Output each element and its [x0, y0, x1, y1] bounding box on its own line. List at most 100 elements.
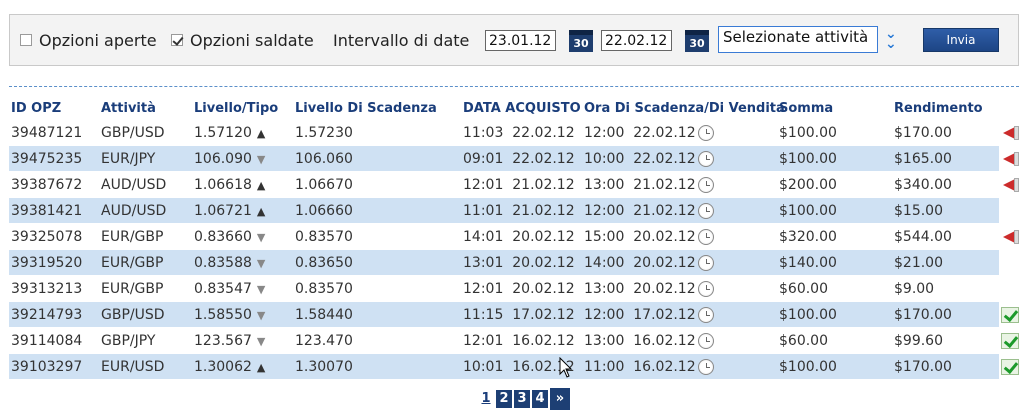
- table-row[interactable]: 39103297 EUR/USD 1.30062 ▲ 1.30070 10:01 16.0…: [9, 353, 1022, 380]
- page-link-1[interactable]: 1: [478, 390, 494, 408]
- date-to-input[interactable]: [601, 30, 672, 51]
- exp-date: 20.02.12: [633, 254, 696, 271]
- next-page-button[interactable]: »: [550, 388, 570, 410]
- cell-expiry-level: 1.06670: [293, 171, 461, 198]
- cell-level-type: 123.567 ▼: [192, 327, 293, 354]
- table-row[interactable]: 39214793 GBP/USD 1.58550 ▼ 1.58440 11:15 17.0…: [9, 301, 1022, 328]
- level-value: 0.83547: [194, 280, 252, 297]
- cell-return: $170.00: [892, 120, 999, 146]
- submit-button[interactable]: Invia: [923, 28, 999, 52]
- check-icon[interactable]: [1001, 358, 1019, 375]
- cell-id: 39325078: [9, 223, 99, 250]
- megaphone-icon[interactable]: [1001, 151, 1021, 167]
- pagination: 1 2 3 4 »: [478, 388, 570, 410]
- clock-icon[interactable]: [697, 254, 714, 271]
- clock-icon[interactable]: [697, 358, 714, 375]
- table-row[interactable]: 39325078 EUR/GBP 0.83660 ▼ 0.83570 14:01 20.0…: [9, 223, 1022, 250]
- cell-expiry-level: 1.06660: [293, 197, 461, 224]
- cell-expiry-time: 13:00 21.02.12: [582, 171, 777, 198]
- exp-time: 13:00: [584, 280, 625, 297]
- clock-icon[interactable]: [697, 124, 714, 141]
- megaphone-icon[interactable]: [1001, 125, 1021, 141]
- open-options-checkbox[interactable]: [20, 34, 32, 46]
- filter-bar: Opzioni aperte Opzioni saldate Intervall…: [9, 14, 1019, 66]
- table-row[interactable]: 39387672 AUD/USD 1.06618 ▲ 1.06670 12:01 21.0…: [9, 171, 1022, 198]
- cell-asset: GBP/JPY: [99, 327, 192, 354]
- chevron-down-icon[interactable]: ⌄ ⌄: [885, 27, 897, 51]
- cell-amount: $100.00: [777, 353, 892, 380]
- open-options-filter[interactable]: Opzioni aperte: [20, 15, 157, 65]
- clock-icon[interactable]: [697, 150, 714, 167]
- cell-amount: $60.00: [777, 327, 892, 354]
- buy-date: 20.02.12: [512, 280, 575, 297]
- cell-status: [999, 249, 1022, 276]
- megaphone-icon[interactable]: [1001, 229, 1021, 245]
- cell-buy-date: 09:01 22.02.12: [461, 145, 582, 172]
- clock-icon[interactable]: [697, 306, 714, 323]
- exp-date: 21.02.12: [633, 202, 696, 219]
- page-link-2[interactable]: 2: [496, 390, 512, 408]
- cell-amount: $100.00: [777, 120, 892, 146]
- level-value: 1.58550: [194, 306, 252, 323]
- asset-select[interactable]: Selezionate attività: [718, 26, 878, 53]
- table-row[interactable]: 39319520 EUR/GBP 0.83588 ▼ 0.83650 13:01 20.0…: [9, 249, 1022, 276]
- level-value: 1.30062: [194, 358, 252, 375]
- clock-icon[interactable]: [697, 332, 714, 349]
- exp-time: 11:00: [584, 358, 625, 375]
- check-icon[interactable]: [1001, 306, 1019, 323]
- clock-icon[interactable]: [697, 228, 714, 245]
- clock-icon[interactable]: [697, 202, 714, 219]
- cell-return: $340.00: [892, 171, 999, 198]
- header-level-type[interactable]: Livello/Tipo: [192, 96, 293, 120]
- exp-date: 20.02.12: [633, 280, 696, 297]
- clock-icon[interactable]: [697, 176, 714, 193]
- exp-time: 10:00: [584, 150, 625, 167]
- cell-level-type: 1.58550 ▼: [192, 301, 293, 328]
- header-buy-date[interactable]: DATA ACQUISTO: [461, 96, 582, 120]
- calendar-from-icon[interactable]: 30: [569, 30, 593, 52]
- header-asset[interactable]: Attività: [99, 96, 192, 120]
- table-row[interactable]: 39381421 AUD/USD 1.06721 ▲ 1.06660 11:01 21.0…: [9, 197, 1022, 224]
- header-amount[interactable]: Somma: [777, 96, 892, 120]
- table-row[interactable]: 39313213 EUR/GBP 0.83547 ▼ 0.83570 12:01 20.0…: [9, 275, 1022, 302]
- level-value: 1.06721: [194, 202, 252, 219]
- settled-options-filter[interactable]: Opzioni saldate: [171, 15, 314, 65]
- arrow-up-icon: ▲: [256, 204, 266, 218]
- buy-time: 13:01: [463, 254, 504, 271]
- buy-time: 10:01: [463, 358, 504, 375]
- cell-status: [999, 197, 1022, 224]
- cell-level-type: 0.83547 ▼: [192, 275, 293, 302]
- megaphone-icon[interactable]: [1001, 177, 1021, 193]
- cell-buy-date: 13:01 20.02.12: [461, 249, 582, 276]
- check-icon[interactable]: [1001, 332, 1019, 349]
- exp-date: 21.02.12: [633, 176, 696, 193]
- page-link-3[interactable]: 3: [514, 390, 530, 408]
- clock-icon[interactable]: [697, 280, 714, 297]
- cell-id: 39214793: [9, 301, 99, 328]
- header-expiry-level[interactable]: Livello Di Scadenza: [293, 96, 461, 120]
- cell-level-type: 1.06721 ▲: [192, 197, 293, 224]
- header-status: [999, 96, 1022, 120]
- header-return[interactable]: Rendimento: [892, 96, 999, 120]
- page-link-4[interactable]: 4: [532, 390, 548, 408]
- buy-date: 17.02.12: [512, 306, 575, 323]
- cell-amount: $100.00: [777, 145, 892, 172]
- date-from-input[interactable]: [485, 30, 556, 51]
- header-id[interactable]: ID OPZ: [9, 96, 99, 120]
- cell-return: $170.00: [892, 353, 999, 380]
- cell-expiry-time: 14:00 20.02.12: [582, 249, 777, 276]
- buy-time: 12:01: [463, 280, 504, 297]
- cell-status: [999, 353, 1022, 380]
- table-row[interactable]: 39487121 GBP/USD 1.57120 ▲ 1.57230 11:03 22.0…: [9, 120, 1022, 146]
- cell-id: 39475235: [9, 145, 99, 172]
- header-expiry-time[interactable]: Ora Di Scadenza/Di Vendita: [582, 96, 785, 120]
- settled-options-checkbox[interactable]: [171, 34, 183, 46]
- calendar-to-icon[interactable]: 30: [685, 30, 709, 52]
- cell-amount: $320.00: [777, 223, 892, 250]
- cell-expiry-time: 12:00 22.02.12: [582, 120, 777, 146]
- table-row[interactable]: 39114084 GBP/JPY 123.567 ▼ 123.470 12:01 16.0…: [9, 327, 1022, 354]
- cell-expiry-time: 10:00 22.02.12: [582, 145, 777, 172]
- cell-expiry-level: 106.060: [293, 145, 461, 172]
- cell-asset: GBP/USD: [99, 301, 192, 328]
- table-row[interactable]: 39475235 EUR/JPY 106.090 ▼ 106.060 09:01 22.0…: [9, 145, 1022, 172]
